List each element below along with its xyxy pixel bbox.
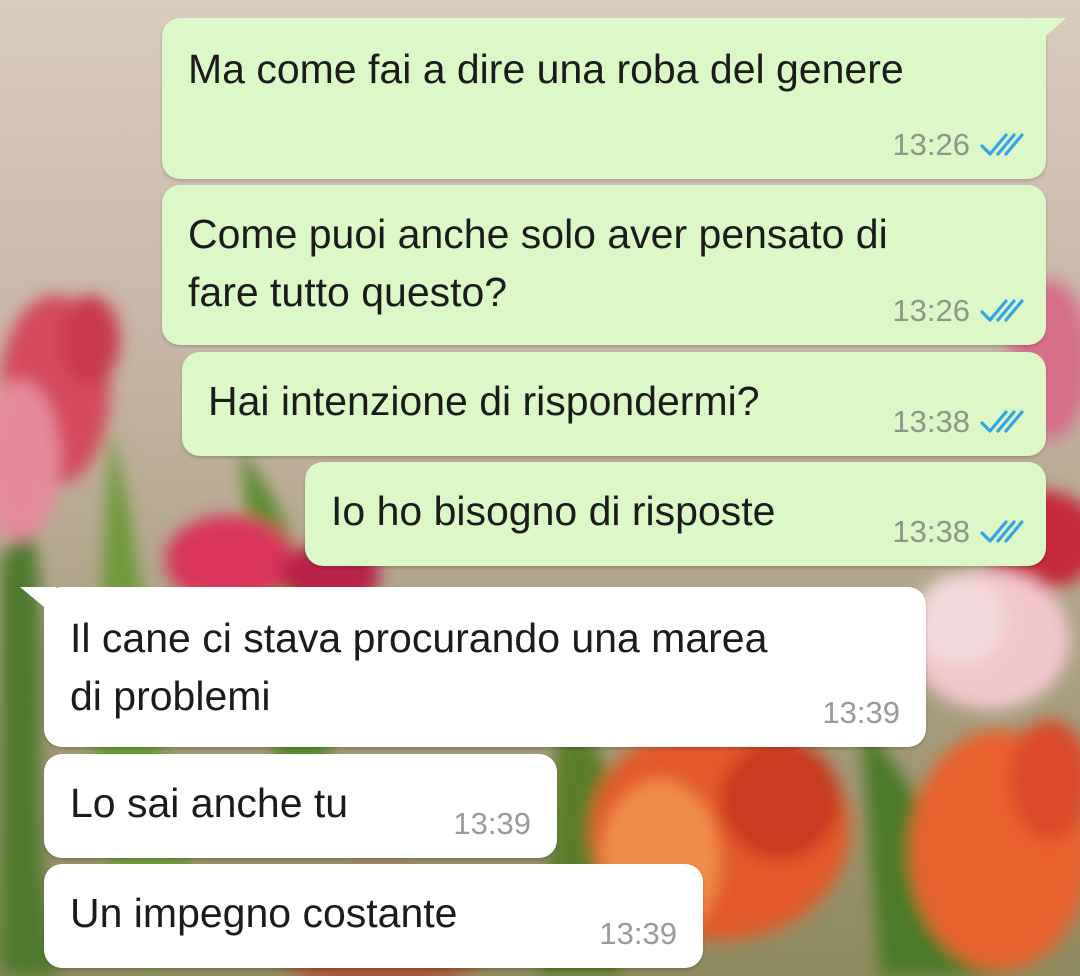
message-meta: 13:38	[892, 514, 1026, 550]
message-text: Io ho bisogno di risposte	[331, 488, 776, 534]
message-meta: 13:39	[453, 806, 531, 842]
double-check-icon	[980, 133, 1024, 156]
incoming-message[interactable]: Un impegno costante 13:39	[44, 864, 703, 968]
message-meta: 13:39	[599, 916, 677, 952]
conversation-list: Ma come fai a dire una roba del genere 1…	[0, 0, 1080, 976]
message-text: Come puoi anche solo aver pensato di far…	[188, 211, 888, 315]
double-check-icon	[980, 410, 1024, 433]
outgoing-message[interactable]: Ma come fai a dire una roba del genere 1…	[162, 18, 1066, 179]
outgoing-message[interactable]: Come puoi anche solo aver pensato di far…	[162, 185, 1046, 345]
message-text: Il cane ci stava procurando una marea di…	[70, 615, 768, 719]
message-meta: 13:26	[892, 293, 1026, 329]
incoming-message[interactable]: Il cane ci stava procurando una marea di…	[20, 587, 926, 747]
double-check-icon	[980, 299, 1024, 322]
bubble-tail-icon	[1032, 18, 1066, 48]
message-text: Ma come fai a dire una roba del genere	[188, 46, 904, 92]
message-meta: 13:38	[892, 404, 1026, 440]
double-check-icon	[980, 520, 1024, 543]
message-time: 13:26	[892, 293, 970, 328]
outgoing-message[interactable]: Hai intenzione di rispondermi? 13:38	[182, 352, 1046, 456]
message-time: 13:39	[822, 695, 900, 730]
message-time: 13:39	[599, 916, 677, 951]
message-time: 13:38	[892, 514, 970, 549]
incoming-message[interactable]: Lo sai anche tu 13:39	[44, 754, 557, 858]
message-time: 13:39	[453, 806, 531, 841]
message-meta: 13:26	[892, 127, 1026, 163]
message-time: 13:38	[892, 404, 970, 439]
outgoing-message[interactable]: Io ho bisogno di risposte 13:38	[305, 462, 1046, 566]
bubble-tail-icon	[20, 587, 56, 617]
message-text: Lo sai anche tu	[70, 780, 349, 826]
message-text: Hai intenzione di rispondermi?	[208, 378, 760, 424]
message-meta: 13:39	[822, 695, 900, 731]
message-time: 13:26	[892, 127, 970, 162]
message-text: Un impegno costante	[70, 890, 458, 936]
